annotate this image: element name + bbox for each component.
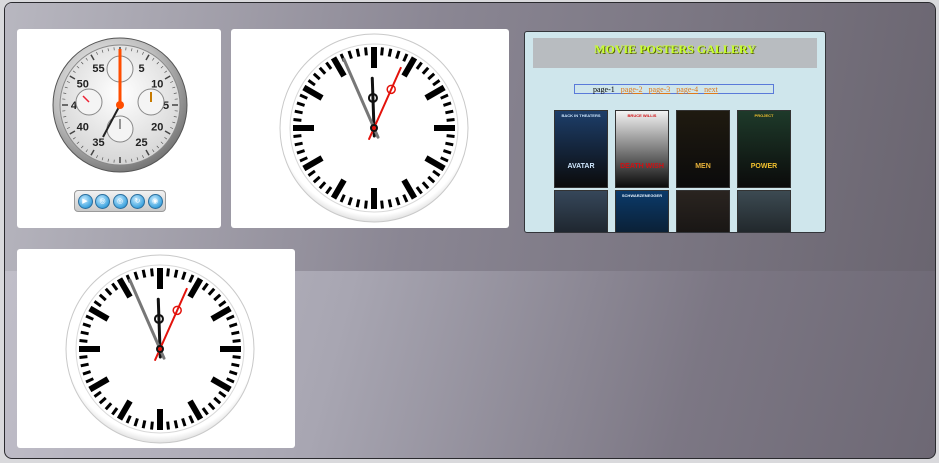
gallery-pager: page-1 page-2 page-3 page-4 next bbox=[574, 84, 774, 94]
poster-thumbnail[interactable] bbox=[676, 190, 730, 232]
stopwatch-number: 5 bbox=[138, 63, 144, 75]
poster-thumbnail[interactable]: BRUCE WILLIS DEATH WISH bbox=[615, 110, 669, 188]
poster-thumbnail[interactable]: PROJECT POWER bbox=[737, 110, 791, 188]
clock-tick bbox=[79, 339, 88, 343]
poster-tagline: PROJECT bbox=[754, 113, 774, 118]
reset-icon[interactable]: ↻ bbox=[130, 193, 145, 209]
clock-tick bbox=[232, 339, 241, 343]
analog-clock-small[interactable] bbox=[17, 249, 295, 448]
poster-title: AVATAR bbox=[567, 163, 595, 170]
clock-tick bbox=[150, 268, 154, 277]
poster-thumbnail[interactable] bbox=[554, 190, 608, 232]
pager-link-page-3[interactable]: page-3 bbox=[649, 85, 671, 94]
stopwatch-number: 35 bbox=[92, 137, 104, 149]
clock-tick bbox=[446, 118, 455, 122]
poster-thumbnail[interactable]: BACK IN THEATERS AVATAR bbox=[554, 110, 608, 188]
poster-title: DEATH WISH bbox=[620, 163, 664, 170]
stopwatch-dial: 5101520253540455055 bbox=[52, 37, 188, 173]
clock-tick bbox=[364, 200, 368, 209]
pause-icon[interactable]: ◎ bbox=[95, 193, 110, 209]
clock-tick bbox=[387, 199, 393, 208]
clock-tick bbox=[387, 48, 393, 57]
stopwatch-controls: ▶ ◎ ◎ ↻ ◉ bbox=[74, 190, 166, 212]
clock-center-dot bbox=[372, 126, 376, 130]
gallery-title: MOVIE POSTERS GALLERY bbox=[594, 42, 756, 56]
clock-tick bbox=[380, 47, 384, 56]
clock-tick bbox=[294, 109, 303, 115]
clock-tick bbox=[355, 48, 361, 57]
analog-clock-large[interactable] bbox=[231, 29, 509, 228]
stopwatch-number: 25 bbox=[135, 137, 147, 149]
clock-tick bbox=[293, 134, 302, 138]
desktop-frame: 5101520253540455055 ▶◎◎↻◉ MOVIE POSTERS … bbox=[4, 2, 936, 459]
clock-tick bbox=[364, 47, 368, 56]
pager-current: page-1 bbox=[593, 85, 615, 94]
poster-thumbnail[interactable]: MEN bbox=[676, 110, 730, 188]
movie-posters-gallery[interactable]: MOVIE POSTERS GALLERY page-1 page-2 page… bbox=[524, 31, 826, 233]
pager-link-page-2[interactable]: page-2 bbox=[621, 85, 643, 94]
clock-center-dot bbox=[158, 347, 162, 351]
clock-tick bbox=[173, 269, 179, 278]
clock-tick bbox=[80, 330, 89, 336]
clock-face-large bbox=[279, 33, 469, 223]
settings-icon[interactable]: ◉ bbox=[147, 193, 163, 209]
clock-tick bbox=[141, 420, 147, 429]
pager-link-page-4[interactable]: page-4 bbox=[676, 85, 698, 94]
clock-tick bbox=[445, 109, 454, 115]
clock-tick bbox=[293, 118, 302, 122]
clock-tick bbox=[231, 330, 240, 336]
clock-tick bbox=[232, 355, 241, 359]
clock-tick bbox=[445, 141, 454, 147]
clock-face-small bbox=[65, 254, 255, 444]
clock-tick bbox=[166, 421, 170, 430]
play-icon[interactable]: ▶ bbox=[77, 193, 93, 209]
clock-tick bbox=[380, 200, 384, 209]
clock-tick bbox=[150, 421, 154, 430]
poster-tagline: BRUCE WILLIS bbox=[627, 113, 657, 118]
poster-tagline: SCHWARZENEGGER bbox=[621, 193, 663, 198]
clock-tick bbox=[355, 199, 361, 208]
clock-tick bbox=[80, 362, 89, 368]
poster-title: MEN bbox=[695, 163, 711, 170]
pager-link-next[interactable]: next bbox=[704, 85, 718, 94]
stopwatch-number: 40 bbox=[77, 122, 89, 134]
gallery-header: MOVIE POSTERS GALLERY bbox=[533, 38, 817, 68]
stopwatch-number: 55 bbox=[92, 63, 104, 75]
poster-thumbnail[interactable]: SCHWARZENEGGERTOTAL bbox=[615, 190, 669, 232]
stopwatch-widget[interactable]: 5101520253540455055 ▶◎◎↻◉ bbox=[17, 29, 221, 228]
clock-tick bbox=[166, 268, 170, 277]
stop-icon[interactable]: ◎ bbox=[112, 193, 128, 209]
clock-tick bbox=[141, 269, 147, 278]
clock-tick bbox=[446, 134, 455, 138]
poster-thumbnail[interactable]: EXTINCTION bbox=[737, 190, 791, 232]
clock-tick bbox=[173, 420, 179, 429]
poster-title: POWER bbox=[750, 163, 778, 170]
clock-tick bbox=[79, 355, 88, 359]
poster-tagline: BACK IN THEATERS bbox=[561, 113, 601, 118]
clock-tick bbox=[294, 141, 303, 147]
stopwatch-number: 20 bbox=[151, 122, 163, 134]
clock-tick bbox=[231, 362, 240, 368]
